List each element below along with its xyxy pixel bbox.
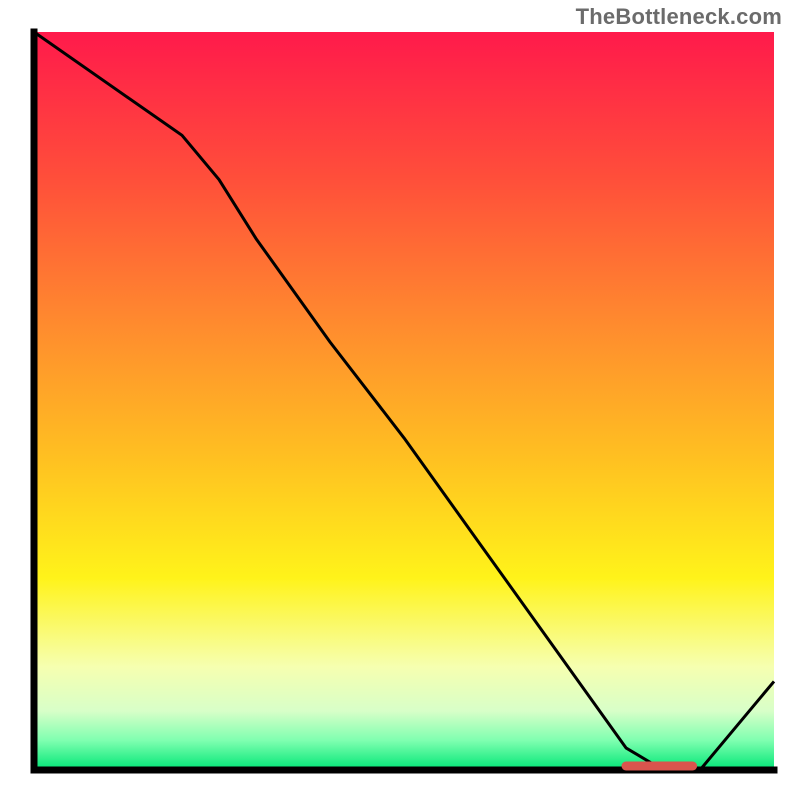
gradient-background (34, 32, 774, 770)
chart-stage: TheBottleneck.com (0, 0, 800, 800)
chart-svg (16, 28, 784, 788)
bottleneck-chart (16, 28, 784, 788)
watermark-text: TheBottleneck.com (576, 4, 782, 30)
